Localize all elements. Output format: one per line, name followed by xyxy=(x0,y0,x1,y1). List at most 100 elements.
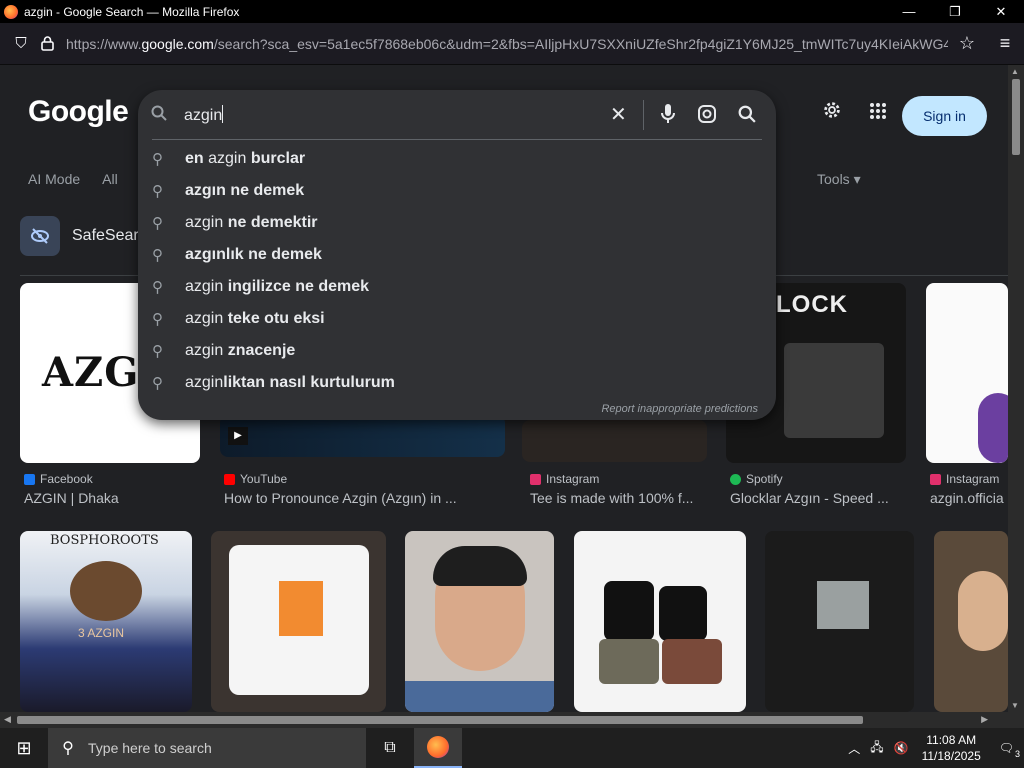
window-title: azgin - Google Search — Mozilla Firefox xyxy=(24,4,240,19)
image-result-couple[interactable] xyxy=(574,531,746,712)
title-bar: azgin - Google Search — Mozilla Firefox … xyxy=(0,0,1024,23)
clock-date: 11/18/2025 xyxy=(921,749,981,763)
scrollbar-corner xyxy=(1008,712,1024,728)
microphone-icon[interactable] xyxy=(660,103,676,130)
tab-all[interactable]: All xyxy=(102,171,118,187)
source-instagram: Instagram xyxy=(530,472,599,486)
tab-ai-mode[interactable]: AI Mode xyxy=(28,171,80,187)
network-icon[interactable]: 🖧 xyxy=(865,738,888,759)
tshirt-print xyxy=(279,581,323,636)
horizontal-scrollbar[interactable]: ◀ ▶ xyxy=(0,712,1008,728)
url-bar[interactable]: https://www.google.com/search?sca_esv=5a… xyxy=(66,36,948,52)
shield-icon[interactable]: ⛉ xyxy=(8,35,34,52)
system-tray: ︿ 🖧 🔇 11:08 AM 11/18/2025 🗨 3 xyxy=(843,728,1024,768)
search-icon: ⚲ xyxy=(152,247,163,264)
suggestion-item[interactable]: ⚲ azgınlık ne demek xyxy=(152,239,752,271)
taskbar-search-box[interactable]: ⚲ Type here to search xyxy=(48,728,366,768)
task-view-icon[interactable]: ⧉ xyxy=(366,728,414,768)
image-result-bosphoroots[interactable]: BOSPHOROOTS 3 AZGIN xyxy=(20,531,192,712)
bookmark-star-icon[interactable]: ☆ xyxy=(948,33,986,54)
suggestion-item[interactable]: ⚲ azgin ingilizce ne demek xyxy=(152,271,752,303)
firefox-taskbar-icon[interactable] xyxy=(414,728,462,768)
caption-facebook[interactable]: AZGIN | Dhaka xyxy=(24,490,200,506)
suggestion-item[interactable]: ⚲ en azgin burclar xyxy=(152,143,752,175)
notification-count-badge: 3 xyxy=(1014,749,1020,759)
person-1-shirt xyxy=(604,581,654,641)
search-icon: ⚲ xyxy=(152,183,163,200)
suggestion-item[interactable]: ⚲ azgin teke otu eksi xyxy=(152,303,752,335)
firefox-logo-icon xyxy=(427,736,449,758)
instagram-icon xyxy=(530,473,541,485)
lens-camera-icon[interactable] xyxy=(697,104,717,129)
youtube-icon xyxy=(224,473,235,485)
maximize-button[interactable]: ❐ xyxy=(932,0,978,23)
image-result-instagram-official[interactable] xyxy=(926,283,1008,463)
caption-instagram-tee[interactable]: Tee is made with 100% f... xyxy=(530,490,706,506)
minimize-button[interactable]: — xyxy=(886,0,932,23)
source-spotify: Spotify xyxy=(730,472,783,486)
page-content: Google AI Mode All Tools ▾ Sign in SafeS… xyxy=(0,65,1008,712)
image-result-portrait[interactable] xyxy=(405,531,554,712)
volume-muted-icon[interactable]: 🔇 xyxy=(889,741,914,755)
start-windows-icon[interactable]: ⊞ xyxy=(0,728,48,768)
safesearch-eye-off-icon[interactable] xyxy=(20,216,60,256)
image-result-tshirt[interactable] xyxy=(211,531,386,712)
person-1-pants xyxy=(599,639,659,684)
search-icon: ⚲ xyxy=(152,343,163,360)
source-instagram-2: Instagram xyxy=(930,472,999,486)
menu-icon[interactable]: ≡ xyxy=(986,33,1024,54)
face xyxy=(958,571,1008,651)
source-youtube: YouTube xyxy=(224,472,287,486)
album-subtitle-text: 3 AZGIN xyxy=(78,626,125,640)
album-title-text: BOSPHOROOTS xyxy=(50,533,159,548)
caption-spotify[interactable]: Glocklar Azgın - Speed ... xyxy=(730,490,906,506)
scroll-left-arrow-icon[interactable]: ◀ xyxy=(4,714,11,725)
clock[interactable]: 11:08 AM 11/18/2025 xyxy=(914,732,989,764)
person-2-pants xyxy=(662,639,722,684)
notification-center-icon[interactable]: 🗨 3 xyxy=(989,741,1024,759)
person-2-shirt xyxy=(659,586,707,641)
caption-instagram-official[interactable]: azgin.officia xyxy=(930,490,1008,506)
suggestion-item[interactable]: ⚲ azgin znacenje xyxy=(152,335,752,367)
search-suggestions-dropdown: azgin ✕ ⚲ en azgin burclar ⚲ azgın ne deme… xyxy=(138,90,776,420)
suggestion-item[interactable]: ⚲ azgın ne demek xyxy=(152,175,752,207)
scroll-up-arrow-icon[interactable]: ▲ xyxy=(1011,67,1019,76)
windows-taskbar: ⊞ ⚲ Type here to search ⧉ ︿ 🖧 🔇 11:08 AM… xyxy=(0,728,1024,768)
spotify-icon xyxy=(730,473,741,485)
sign-in-button[interactable]: Sign in xyxy=(902,96,987,136)
search-submit-icon[interactable] xyxy=(738,105,756,128)
search-icon: ⚲ xyxy=(152,215,163,232)
image-result-instagram-tee[interactable] xyxy=(522,420,707,462)
settings-gear-icon[interactable] xyxy=(818,99,846,127)
suggestion-item[interactable]: ⚲ azgin ne demektir xyxy=(152,207,752,239)
suggestion-item[interactable]: ⚲ azginliktan nasıl kurtulurum xyxy=(152,367,752,399)
google-logo[interactable]: Google xyxy=(28,95,129,129)
clear-icon[interactable]: ✕ xyxy=(610,102,627,127)
search-icon xyxy=(151,105,167,126)
image-result-youtube[interactable]: ▶ xyxy=(220,415,505,457)
scroll-right-arrow-icon[interactable]: ▶ xyxy=(981,714,988,725)
search-icon: ⚲ xyxy=(152,375,163,392)
caption-youtube[interactable]: How to Pronounce Azgin (Azgın) in ... xyxy=(224,490,504,506)
chevron-up-icon[interactable]: ︿ xyxy=(843,740,865,757)
image-result-woman[interactable] xyxy=(934,531,1008,712)
play-icon: ▶ xyxy=(228,427,248,445)
scrollbar-thumb[interactable] xyxy=(1012,79,1020,155)
scrollbar-thumb[interactable] xyxy=(17,716,863,724)
tools-button[interactable]: Tools ▾ xyxy=(817,171,861,188)
firefox-icon xyxy=(4,4,18,19)
lock-icon[interactable] xyxy=(34,36,60,51)
search-input[interactable]: azgin xyxy=(184,105,224,125)
source-facebook: Facebook xyxy=(24,472,93,486)
close-button[interactable]: ✕ xyxy=(978,0,1024,23)
vertical-scrollbar[interactable]: ▲ ▼ xyxy=(1008,65,1024,712)
scroll-down-arrow-icon[interactable]: ▼ xyxy=(1011,701,1019,710)
divider xyxy=(643,100,644,130)
clock-time: 11:08 AM xyxy=(926,733,977,747)
search-icon: ⚲ xyxy=(152,279,163,296)
navigation-toolbar: ⛉ https://www.google.com/search?sca_esv=… xyxy=(0,23,1024,65)
report-predictions-link[interactable]: Report inappropriate predictions xyxy=(601,403,758,415)
apps-grid-icon[interactable] xyxy=(864,100,892,126)
facebook-icon xyxy=(24,473,35,485)
image-result-black-tshirt[interactable] xyxy=(765,531,914,712)
